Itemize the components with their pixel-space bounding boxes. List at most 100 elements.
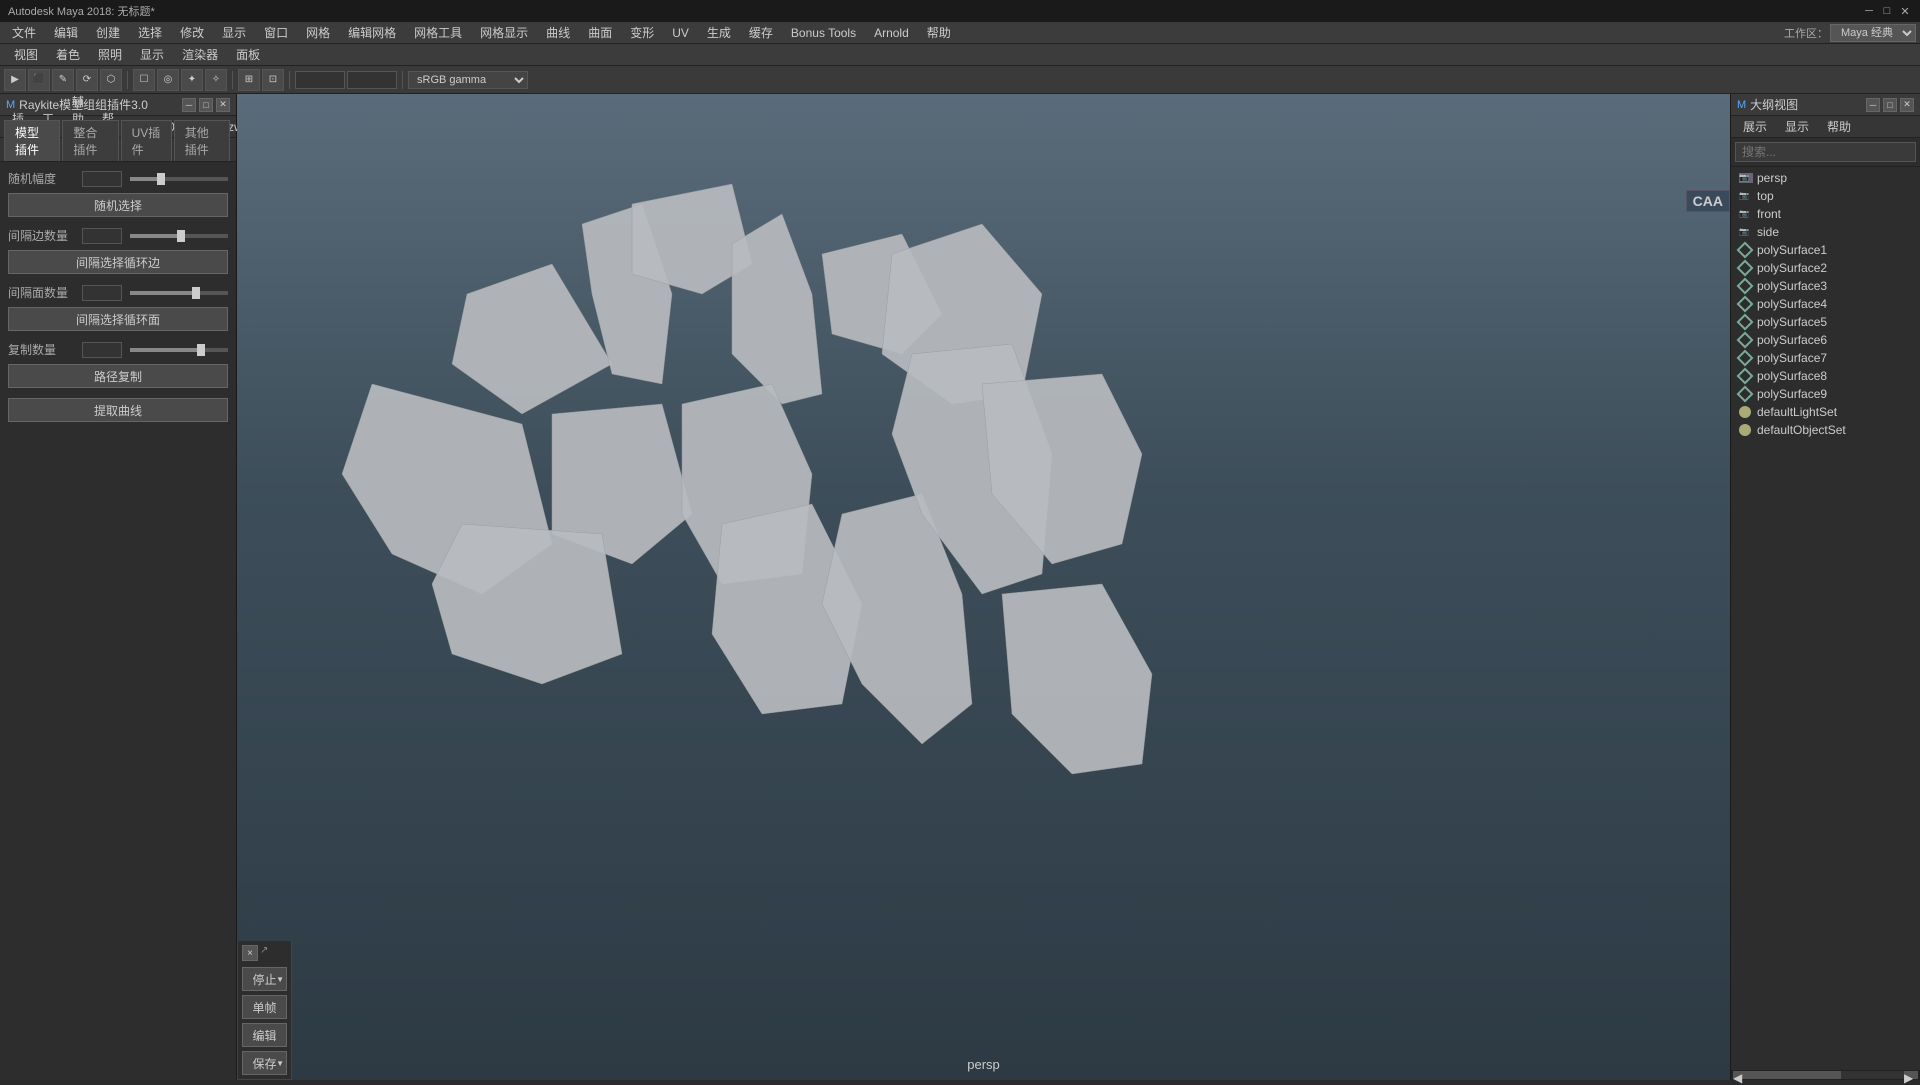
outliner-scroll-track[interactable] xyxy=(1747,1071,1904,1079)
toolbar-magnet-btn[interactable]: ⊡ xyxy=(262,69,284,91)
menu-uv[interactable]: UV xyxy=(664,24,697,42)
edge-select-btn[interactable]: 间隔选择循环边 xyxy=(8,250,228,274)
menu-generate[interactable]: 生成 xyxy=(699,22,739,43)
coord-x-input[interactable]: 0.00 xyxy=(295,71,345,89)
tree-item-defaultObjectSet[interactable]: defaultObjectSet xyxy=(1731,421,1920,439)
toolbar-btn-5[interactable]: ⬡ xyxy=(100,69,122,91)
tree-item-polySurface2[interactable]: polySurface2 xyxy=(1731,259,1920,277)
menu-mesh-display[interactable]: 网格显示 xyxy=(472,22,536,43)
menu-create[interactable]: 创建 xyxy=(88,22,128,43)
save-dropdown-arrow[interactable]: ▼ xyxy=(276,1059,284,1068)
toolbar-btn-1[interactable]: ▶ xyxy=(4,69,26,91)
menu-curves[interactable]: 曲线 xyxy=(538,22,578,43)
outliner-scroll-left[interactable]: ◀ xyxy=(1733,1071,1747,1079)
bottom-close-btn[interactable]: × xyxy=(242,945,258,961)
outliner-maximize-btn[interactable]: □ xyxy=(1883,98,1897,112)
menu-mesh[interactable]: 网格 xyxy=(298,22,338,43)
viewport[interactable]: persp CAA × ↗ 停止 ▼ 单帧 编辑 保存 ▼ xyxy=(237,94,1730,1080)
stop-button[interactable]: 停止 ▼ xyxy=(242,967,287,991)
toolbar-btn-2[interactable]: ⬛ xyxy=(28,69,50,91)
copy-count-input[interactable]: 457 xyxy=(82,342,122,358)
random-strength-slider-thumb[interactable] xyxy=(157,173,165,185)
menu-lighting[interactable]: 照明 xyxy=(90,44,130,65)
tab-model-plugin[interactable]: 模型插件 xyxy=(4,120,60,161)
tree-item-top[interactable]: 📷 top xyxy=(1731,187,1920,205)
outliner-menu-help[interactable]: 帮助 xyxy=(1819,116,1859,137)
outliner-scroll-thumb[interactable] xyxy=(1747,1071,1841,1079)
menu-show[interactable]: 显示 xyxy=(132,44,172,65)
tree-item-polySurface4[interactable]: polySurface4 xyxy=(1731,295,1920,313)
tree-item-polySurface6[interactable]: polySurface6 xyxy=(1731,331,1920,349)
color-space-selector[interactable]: sRGB gamma xyxy=(408,71,528,89)
menu-modify[interactable]: 修改 xyxy=(172,22,212,43)
plugin-minimize-btn[interactable]: ─ xyxy=(182,98,196,112)
menu-edit-mesh[interactable]: 编辑网格 xyxy=(340,22,404,43)
tree-item-polySurface3[interactable]: polySurface3 xyxy=(1731,277,1920,295)
face-interval-input[interactable]: 7 xyxy=(82,285,122,301)
tree-item-side[interactable]: 📷 side xyxy=(1731,223,1920,241)
menu-help[interactable]: 帮助 xyxy=(919,22,959,43)
menu-view[interactable]: 视图 xyxy=(6,44,46,65)
workspace-selector[interactable]: Maya 经典 xyxy=(1830,24,1916,42)
menu-surfaces[interactable]: 曲面 xyxy=(580,22,620,43)
minimize-button[interactable]: ─ xyxy=(1862,4,1876,18)
outliner-close-btn[interactable]: ✕ xyxy=(1900,98,1914,112)
outliner-menu-display[interactable]: 展示 xyxy=(1735,116,1775,137)
menu-select[interactable]: 选择 xyxy=(130,22,170,43)
face-slider-thumb[interactable] xyxy=(192,287,200,299)
menu-renderer[interactable]: 渲染器 xyxy=(174,44,226,65)
mesh-icon-8 xyxy=(1737,368,1754,385)
stop-dropdown-arrow[interactable]: ▼ xyxy=(276,975,284,984)
tab-other-plugin[interactable]: 其他插件 xyxy=(174,120,230,161)
copy-path-btn[interactable]: 路径复制 xyxy=(8,364,228,388)
random-select-btn[interactable]: 随机选择 xyxy=(8,193,228,217)
menu-bonus-tools[interactable]: Bonus Tools xyxy=(783,24,864,42)
tab-integrate-plugin[interactable]: 整合插件 xyxy=(62,120,118,161)
menu-shading[interactable]: 着色 xyxy=(48,44,88,65)
tree-item-polySurface5[interactable]: polySurface5 xyxy=(1731,313,1920,331)
toolbar-btn-6[interactable]: ☐ xyxy=(133,69,155,91)
menu-file[interactable]: 文件 xyxy=(4,22,44,43)
outliner-search-input[interactable] xyxy=(1735,142,1916,162)
menu-display[interactable]: 显示 xyxy=(214,22,254,43)
outliner-minimize-btn[interactable]: ─ xyxy=(1866,98,1880,112)
copy-slider-thumb[interactable] xyxy=(197,344,205,356)
outliner-scroll-right[interactable]: ▶ xyxy=(1904,1071,1918,1079)
menu-cache[interactable]: 缓存 xyxy=(741,22,781,43)
plugin-close-btn[interactable]: ✕ xyxy=(216,98,230,112)
face-select-btn[interactable]: 间隔选择循环面 xyxy=(8,307,228,331)
toolbar-btn-3[interactable]: ✎ xyxy=(52,69,74,91)
maximize-button[interactable]: □ xyxy=(1880,4,1894,18)
menu-mesh-tools[interactable]: 网格工具 xyxy=(406,22,470,43)
toolbar-snap-btn[interactable]: ⊞ xyxy=(238,69,260,91)
tree-item-front[interactable]: 📷 front xyxy=(1731,205,1920,223)
tree-item-polySurface7[interactable]: polySurface7 xyxy=(1731,349,1920,367)
single-frame-button[interactable]: 单帧 xyxy=(242,995,287,1019)
edit-button[interactable]: 编辑 xyxy=(242,1023,287,1047)
outliner-menu-show[interactable]: 显示 xyxy=(1777,116,1817,137)
extract-section: 提取曲线 xyxy=(8,398,228,422)
tree-item-polySurface8[interactable]: polySurface8 xyxy=(1731,367,1920,385)
extract-curve-btn[interactable]: 提取曲线 xyxy=(8,398,228,422)
tree-item-persp[interactable]: 📷 persp xyxy=(1731,169,1920,187)
toolbar-btn-7[interactable]: ◎ xyxy=(157,69,179,91)
random-strength-input[interactable]: 0.5 xyxy=(82,171,122,187)
menu-deform[interactable]: 变形 xyxy=(622,22,662,43)
menu-edit[interactable]: 编辑 xyxy=(46,22,86,43)
tab-uv-plugin[interactable]: UV插件 xyxy=(121,120,172,161)
toolbar-btn-4[interactable]: ⟳ xyxy=(76,69,98,91)
menu-window[interactable]: 窗口 xyxy=(256,22,296,43)
tree-item-polySurface9[interactable]: polySurface9 xyxy=(1731,385,1920,403)
toolbar-btn-9[interactable]: ✧ xyxy=(205,69,227,91)
coord-y-input[interactable]: 1.00 xyxy=(347,71,397,89)
edge-slider-thumb[interactable] xyxy=(177,230,185,242)
toolbar-btn-8[interactable]: ✦ xyxy=(181,69,203,91)
menu-arnold[interactable]: Arnold xyxy=(866,24,917,42)
save-button[interactable]: 保存 ▼ xyxy=(242,1051,287,1075)
close-button[interactable]: ✕ xyxy=(1898,4,1912,18)
menu-panels[interactable]: 面板 xyxy=(228,44,268,65)
tree-item-defaultLightSet[interactable]: defaultLightSet xyxy=(1731,403,1920,421)
tree-item-polySurface1[interactable]: polySurface1 xyxy=(1731,241,1920,259)
edge-interval-input[interactable]: 5 xyxy=(82,228,122,244)
plugin-restore-btn[interactable]: □ xyxy=(199,98,213,112)
